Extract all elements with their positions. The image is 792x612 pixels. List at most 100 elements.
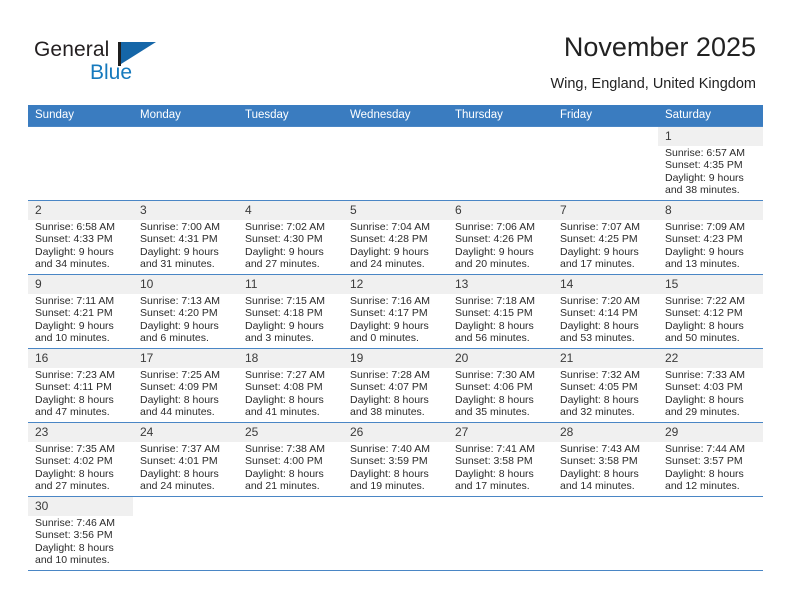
day-sun-info: Sunrise: 7:35 AM Sunset: 4:02 PM Daylight:…: [28, 442, 133, 493]
day-cell-content: [658, 497, 763, 570]
daylight-duration-line2: and 50 minutes.: [665, 332, 740, 345]
calendar-day-cell[interactable]: 2 Sunrise: 6:58 AM Sunset: 4:33 PM Daylight…: [28, 200, 133, 275]
calendar-day-cell[interactable]: 25 Sunrise: 7:38 AM Sunset: 4:00 PM Dayligh…: [238, 422, 343, 497]
calendar-day-cell[interactable]: 26 Sunrise: 7:40 AM Sunset: 3:59 PM Dayligh…: [343, 422, 448, 497]
calendar-day-cell[interactable]: 30 Sunrise: 7:46 AM Sunset: 3:56 PM Dayligh…: [28, 496, 133, 571]
logo-text-general: General: [34, 38, 110, 61]
calendar-day-cell[interactable]: 6 Sunrise: 7:06 AM Sunset: 4:26 PM Daylight…: [448, 200, 553, 275]
page-header: General Blue November 2025 Wing, England…: [0, 0, 792, 106]
calendar-day-cell[interactable]: 11 Sunrise: 7:15 AM Sunset: 4:18 PM Dayligh…: [238, 274, 343, 349]
calendar-day-cell[interactable]: 1 Sunrise: 6:57 AM Sunset: 4:35 PM Daylight…: [658, 126, 763, 201]
sunset-time: Sunset: 4:15 PM: [455, 307, 533, 320]
daylight-duration-line2: and 38 minutes.: [350, 406, 425, 419]
calendar-day-cell[interactable]: 28 Sunrise: 7:43 AM Sunset: 3:58 PM Dayligh…: [553, 422, 658, 497]
day-cell-content: 4 Sunrise: 7:02 AM Sunset: 4:30 PM Daylight…: [238, 201, 343, 274]
day-sun-info: Sunrise: 7:11 AM Sunset: 4:21 PM Daylight:…: [28, 294, 133, 345]
day-sun-info: Sunrise: 7:28 AM Sunset: 4:07 PM Daylight:…: [343, 368, 448, 419]
day-number: 11: [238, 275, 343, 294]
calendar-day-cell[interactable]: 17 Sunrise: 7:25 AM Sunset: 4:09 PM Dayligh…: [133, 348, 238, 423]
daylight-duration-line2: and 0 minutes.: [350, 332, 419, 345]
day-number: 8: [658, 201, 763, 220]
day-cell-content: 18 Sunrise: 7:27 AM Sunset: 4:08 PM Dayligh…: [238, 349, 343, 422]
daylight-duration-line1: Daylight: 8 hours: [140, 393, 219, 406]
daylight-duration-line1: Daylight: 8 hours: [35, 467, 114, 480]
calendar-day-cell[interactable]: 20 Sunrise: 7:30 AM Sunset: 4:06 PM Dayligh…: [448, 348, 553, 423]
daylight-duration-line2: and 32 minutes.: [560, 406, 635, 419]
calendar-day-cell[interactable]: 14 Sunrise: 7:20 AM Sunset: 4:14 PM Dayligh…: [553, 274, 658, 349]
day-sun-info: Sunrise: 7:16 AM Sunset: 4:17 PM Daylight:…: [343, 294, 448, 345]
calendar-day-cell[interactable]: 19 Sunrise: 7:28 AM Sunset: 4:07 PM Dayligh…: [343, 348, 448, 423]
calendar-day-cell[interactable]: 13 Sunrise: 7:18 AM Sunset: 4:15 PM Dayligh…: [448, 274, 553, 349]
day-number: 18: [238, 349, 343, 368]
daylight-duration-line1: Daylight: 8 hours: [560, 467, 639, 480]
calendar-day-cell[interactable]: 24 Sunrise: 7:37 AM Sunset: 4:01 PM Dayligh…: [133, 422, 238, 497]
calendar-day-cell[interactable]: 22 Sunrise: 7:33 AM Sunset: 4:03 PM Dayligh…: [658, 348, 763, 423]
calendar-day-cell[interactable]: 15 Sunrise: 7:22 AM Sunset: 4:12 PM Dayligh…: [658, 274, 763, 349]
daylight-duration-line1: Daylight: 9 hours: [455, 245, 534, 258]
daylight-duration-line2: and 14 minutes.: [560, 480, 635, 493]
sunset-time: Sunset: 4:20 PM: [140, 307, 218, 320]
daylight-duration-line1: Daylight: 8 hours: [560, 393, 639, 406]
calendar-day-cell[interactable]: 21 Sunrise: 7:32 AM Sunset: 4:05 PM Dayligh…: [553, 348, 658, 423]
daylight-duration-line2: and 35 minutes.: [455, 406, 530, 419]
daylight-duration-line1: Daylight: 9 hours: [35, 245, 114, 258]
calendar-empty-cell: [343, 126, 448, 201]
sunrise-time: Sunrise: 7:44 AM: [665, 443, 745, 455]
daylight-duration-line2: and 38 minutes.: [665, 184, 740, 197]
calendar-day-cell[interactable]: 3 Sunrise: 7:00 AM Sunset: 4:31 PM Daylight…: [133, 200, 238, 275]
calendar-week-row: 23 Sunrise: 7:35 AM Sunset: 4:02 PM Dayligh…: [28, 422, 763, 497]
daylight-duration-line1: Daylight: 8 hours: [350, 467, 429, 480]
calendar-day-cell[interactable]: 18 Sunrise: 7:27 AM Sunset: 4:08 PM Dayligh…: [238, 348, 343, 423]
day-cell-content: 21 Sunrise: 7:32 AM Sunset: 4:05 PM Dayligh…: [553, 349, 658, 422]
sunrise-time: Sunrise: 7:40 AM: [350, 443, 430, 455]
day-cell-content: 28 Sunrise: 7:43 AM Sunset: 3:58 PM Dayligh…: [553, 423, 658, 496]
day-cell-content: [343, 127, 448, 200]
sunrise-time: Sunrise: 7:35 AM: [35, 443, 115, 455]
day-sun-info: Sunrise: 7:27 AM Sunset: 4:08 PM Daylight:…: [238, 368, 343, 419]
calendar-day-cell[interactable]: 9 Sunrise: 7:11 AM Sunset: 4:21 PM Daylight…: [28, 274, 133, 349]
calendar-day-cell[interactable]: 4 Sunrise: 7:02 AM Sunset: 4:30 PM Daylight…: [238, 200, 343, 275]
daylight-duration-line1: Daylight: 8 hours: [350, 393, 429, 406]
calendar-empty-cell: [238, 126, 343, 201]
day-number: 23: [28, 423, 133, 442]
sunrise-time: Sunrise: 6:58 AM: [35, 221, 115, 233]
calendar-day-cell[interactable]: 8 Sunrise: 7:09 AM Sunset: 4:23 PM Daylight…: [658, 200, 763, 275]
calendar-day-cell[interactable]: 27 Sunrise: 7:41 AM Sunset: 3:58 PM Dayligh…: [448, 422, 553, 497]
daylight-duration-line2: and 53 minutes.: [560, 332, 635, 345]
day-number: 3: [133, 201, 238, 220]
calendar-day-cell[interactable]: 29 Sunrise: 7:44 AM Sunset: 3:57 PM Dayligh…: [658, 422, 763, 497]
day-cell-content: 19 Sunrise: 7:28 AM Sunset: 4:07 PM Dayligh…: [343, 349, 448, 422]
sunset-time: Sunset: 4:26 PM: [455, 233, 533, 246]
calendar-empty-cell: [28, 126, 133, 201]
day-cell-content: 26 Sunrise: 7:40 AM Sunset: 3:59 PM Dayligh…: [343, 423, 448, 496]
sunset-time: Sunset: 3:59 PM: [350, 455, 428, 468]
calendar-day-cell[interactable]: 12 Sunrise: 7:16 AM Sunset: 4:17 PM Dayligh…: [343, 274, 448, 349]
calendar-day-cell[interactable]: 5 Sunrise: 7:04 AM Sunset: 4:28 PM Daylight…: [343, 200, 448, 275]
calendar-empty-cell: [343, 496, 448, 571]
calendar-empty-cell: [238, 496, 343, 571]
daylight-duration-line2: and 10 minutes.: [35, 554, 110, 567]
day-cell-content: 9 Sunrise: 7:11 AM Sunset: 4:21 PM Daylight…: [28, 275, 133, 348]
day-sun-info: Sunrise: 6:58 AM Sunset: 4:33 PM Daylight:…: [28, 220, 133, 271]
day-number: 7: [553, 201, 658, 220]
day-sun-info: Sunrise: 7:13 AM Sunset: 4:20 PM Daylight:…: [133, 294, 238, 345]
sunset-time: Sunset: 4:03 PM: [665, 381, 743, 394]
day-cell-content: [343, 497, 448, 570]
daylight-duration-line1: Daylight: 9 hours: [350, 245, 429, 258]
calendar-day-cell[interactable]: 10 Sunrise: 7:13 AM Sunset: 4:20 PM Dayligh…: [133, 274, 238, 349]
calendar-day-cell[interactable]: 7 Sunrise: 7:07 AM Sunset: 4:25 PM Daylight…: [553, 200, 658, 275]
daylight-duration-line2: and 17 minutes.: [455, 480, 530, 493]
calendar-day-cell[interactable]: 16 Sunrise: 7:23 AM Sunset: 4:11 PM Dayligh…: [28, 348, 133, 423]
sunset-time: Sunset: 3:58 PM: [560, 455, 638, 468]
day-number: 1: [658, 127, 763, 146]
page-title: November 2025: [563, 32, 756, 62]
calendar-day-cell[interactable]: 23 Sunrise: 7:35 AM Sunset: 4:02 PM Dayligh…: [28, 422, 133, 497]
sunset-time: Sunset: 4:07 PM: [350, 381, 428, 394]
day-number: 27: [448, 423, 553, 442]
sunset-time: Sunset: 4:12 PM: [665, 307, 743, 320]
daylight-duration-line2: and 20 minutes.: [455, 258, 530, 271]
day-number: 15: [658, 275, 763, 294]
general-blue-logo[interactable]: General Blue: [34, 38, 234, 90]
day-cell-content: 11 Sunrise: 7:15 AM Sunset: 4:18 PM Dayligh…: [238, 275, 343, 348]
calendar-empty-cell: [448, 126, 553, 201]
